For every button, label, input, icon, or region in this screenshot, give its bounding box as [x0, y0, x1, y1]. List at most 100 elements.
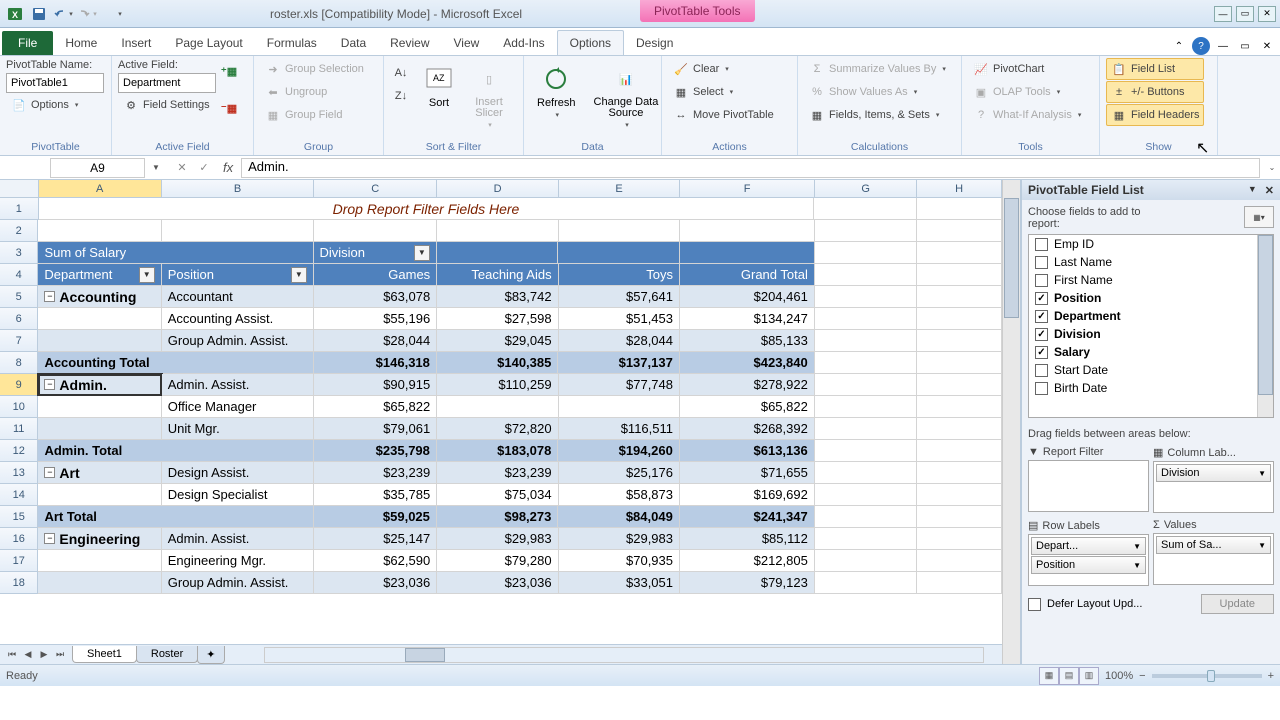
workbook-close[interactable]: ✕ [1258, 37, 1276, 55]
collapse-icon[interactable]: − [44, 467, 55, 478]
cell[interactable] [917, 396, 1002, 418]
name-box-dropdown[interactable]: ▼ [149, 163, 163, 172]
cell[interactable]: $235,798 [314, 440, 437, 462]
field-checkbox[interactable]: ✓ [1035, 328, 1048, 341]
pill-department[interactable]: Depart...▼ [1031, 537, 1146, 555]
cell[interactable]: $65,822 [314, 396, 437, 418]
division-filter-dropdown[interactable]: ▼ [414, 245, 430, 261]
col-header[interactable]: G [815, 180, 917, 197]
cell[interactable]: $137,137 [558, 352, 679, 374]
cell[interactable]: $28,044 [559, 330, 680, 352]
field-checkbox[interactable]: ✓ [1035, 292, 1048, 305]
cell[interactable] [815, 550, 917, 572]
sheet-nav-prev[interactable]: ◀ [20, 647, 36, 663]
cell[interactable] [917, 308, 1002, 330]
active-field-input[interactable] [118, 73, 216, 93]
cell[interactable]: $33,051 [559, 572, 680, 594]
cell[interactable] [814, 198, 916, 220]
cell[interactable]: $110,259 [437, 374, 558, 396]
row-header[interactable]: 9 [0, 374, 38, 396]
cell[interactable] [815, 308, 917, 330]
cell[interactable]: Engineering Mgr. [162, 550, 314, 572]
row-header[interactable]: 16 [0, 528, 38, 550]
row-labels-area[interactable]: Depart...▼ Position▼ [1028, 534, 1149, 586]
cell[interactable]: $25,147 [314, 528, 437, 550]
row-header[interactable]: 8 [0, 352, 38, 374]
name-box[interactable]: A9 [50, 158, 145, 178]
field-row[interactable]: ✓Position [1029, 289, 1273, 307]
cell[interactable]: Teaching Aids [437, 264, 558, 286]
cell[interactable] [917, 264, 1002, 286]
row-header[interactable]: 15 [0, 506, 38, 528]
view-tab[interactable]: View [442, 31, 492, 55]
cell[interactable]: −Art [38, 462, 161, 484]
cell[interactable]: Admin. Assist. [162, 528, 314, 550]
sheet-tab[interactable]: Roster [136, 646, 198, 663]
cell[interactable]: $79,280 [437, 550, 558, 572]
cell[interactable]: Group Admin. Assist. [162, 572, 314, 594]
field-list-box[interactable]: Emp IDLast NameFirst Name✓Position✓Depar… [1028, 234, 1274, 418]
cell[interactable]: $423,840 [680, 352, 815, 374]
cell[interactable] [917, 506, 1002, 528]
pivottable-options-button[interactable]: 📄Options▾ [6, 94, 104, 116]
zoom-slider[interactable] [1152, 674, 1262, 678]
addins-tab[interactable]: Add-Ins [491, 31, 556, 55]
formula-input[interactable]: Admin. [241, 158, 1260, 178]
pill-position[interactable]: Position▼ [1031, 556, 1146, 574]
cell[interactable]: Grand Total [680, 264, 815, 286]
field-row[interactable]: Last Name [1029, 253, 1273, 271]
cell[interactable] [437, 242, 558, 264]
cell[interactable]: $29,045 [437, 330, 558, 352]
cell[interactable] [559, 396, 680, 418]
cell[interactable]: $65,822 [680, 396, 815, 418]
cell[interactable] [558, 242, 679, 264]
home-tab[interactable]: Home [53, 31, 109, 55]
cell[interactable]: $71,655 [680, 462, 815, 484]
cell[interactable] [815, 264, 917, 286]
cell[interactable] [917, 418, 1002, 440]
sheet-tab-active[interactable]: Sheet1 [72, 646, 137, 663]
cell[interactable]: $268,392 [680, 418, 815, 440]
row-header[interactable]: 3 [0, 242, 38, 264]
col-header[interactable]: D [437, 180, 558, 197]
cell[interactable]: $62,590 [314, 550, 437, 572]
cell[interactable]: $23,036 [437, 572, 558, 594]
cell[interactable] [38, 396, 161, 418]
field-row[interactable]: First Name [1029, 271, 1273, 289]
cell[interactable] [815, 396, 917, 418]
cell[interactable] [314, 220, 437, 242]
cell[interactable]: Accountant [162, 286, 314, 308]
data-tab[interactable]: Data [329, 31, 378, 55]
pivottable-name-input[interactable] [6, 73, 104, 93]
formula-expand[interactable]: ⌄ [1264, 163, 1280, 172]
cell[interactable]: −Admin. [38, 374, 161, 396]
horizontal-scrollbar[interactable] [264, 647, 985, 663]
refresh-button[interactable]: Refresh▾ [530, 58, 583, 124]
clear-button[interactable]: 🧹Clear▾ [668, 58, 779, 80]
cell[interactable]: $51,453 [559, 308, 680, 330]
cell[interactable] [815, 440, 917, 462]
cell[interactable] [917, 440, 1002, 462]
values-area[interactable]: Sum of Sa...▼ [1153, 533, 1274, 585]
cell[interactable]: Games [314, 264, 437, 286]
expand-field-button[interactable]: ⁺▦ [220, 62, 238, 80]
col-header[interactable]: F [680, 180, 815, 197]
field-row[interactable]: Emp ID [1029, 235, 1273, 253]
cell[interactable] [815, 242, 917, 264]
sheet-nav-first[interactable]: ⏮ [4, 647, 20, 663]
excel-icon[interactable]: X [4, 3, 26, 25]
workbook-minimize[interactable]: — [1214, 37, 1232, 55]
formulas-tab[interactable]: Formulas [255, 31, 329, 55]
row-header[interactable]: 18 [0, 572, 38, 594]
minimize-button[interactable]: — [1214, 6, 1232, 22]
cell[interactable] [815, 330, 917, 352]
pm-buttons-toggle[interactable]: ±+/- Buttons [1106, 81, 1204, 103]
field-checkbox[interactable]: ✓ [1035, 310, 1048, 323]
pivotchart-button[interactable]: 📈PivotChart [968, 58, 1086, 80]
cell[interactable] [917, 352, 1002, 374]
field-list-close[interactable]: ✕ [1265, 184, 1274, 197]
cell[interactable] [815, 528, 917, 550]
cell[interactable]: $72,820 [437, 418, 558, 440]
cell[interactable]: $116,511 [559, 418, 680, 440]
cell[interactable] [917, 528, 1002, 550]
